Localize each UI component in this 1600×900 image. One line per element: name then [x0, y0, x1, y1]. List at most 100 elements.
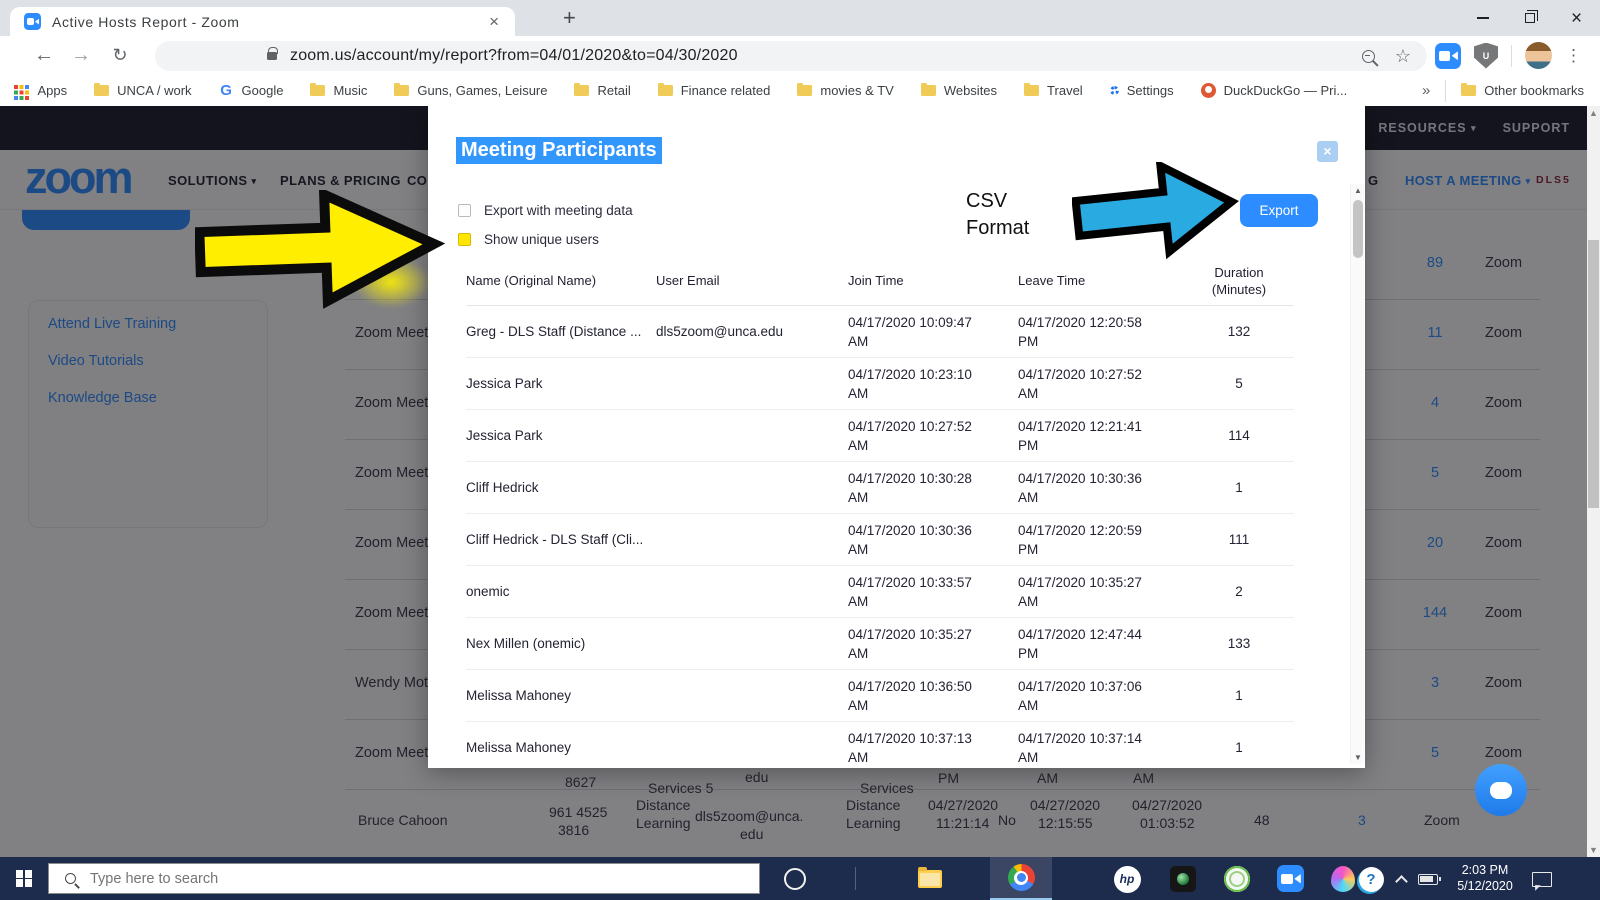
cell-leave-time: 04/17/2020 10:35:27AM — [1018, 573, 1184, 611]
cell-duration: 132 — [1184, 324, 1294, 339]
bookmark-item[interactable]: Guns, Games, Leisure — [394, 83, 547, 98]
address-bar[interactable]: zoom.us/account/my/report?from=04/01/202… — [155, 41, 1427, 71]
cell-duration: 133 — [1184, 636, 1294, 651]
paint-app-icon[interactable] — [1329, 865, 1357, 893]
cell-join-time: 04/17/2020 10:33:57AM — [848, 573, 1018, 611]
cell-leave-time: 04/17/2020 12:21:41PM — [1018, 417, 1184, 455]
bookmarks-overflow-icon[interactable]: » — [1422, 82, 1430, 99]
taskbar-clock[interactable]: 2:03 PM5/12/2020 — [1443, 862, 1527, 894]
modal-close-icon[interactable]: × — [1317, 141, 1338, 162]
scroll-up-icon: ▲ — [1351, 186, 1365, 195]
action-center-icon[interactable] — [1528, 865, 1556, 893]
chrome-taskbar-active[interactable] — [990, 857, 1052, 900]
participant-row: Greg - DLS Staff (Distance ... dls5zoom@… — [466, 306, 1294, 358]
cell-join-time: 04/17/2020 10:36:50AM — [848, 677, 1018, 715]
other-bookmarks-button[interactable]: Other bookmarks — [1461, 83, 1584, 98]
cell-join-time: 04/17/2020 10:37:13AM — [848, 729, 1018, 767]
cell-leave-time: 04/17/2020 12:20:59PM — [1018, 521, 1184, 559]
zoom-app-icon[interactable] — [1277, 865, 1304, 892]
tab-close-icon[interactable]: × — [487, 13, 501, 30]
zoom-extension-icon[interactable] — [1435, 43, 1461, 69]
start-button[interactable] — [0, 857, 48, 900]
show-unique-users-checkbox[interactable] — [458, 233, 471, 246]
page-scrollbar[interactable]: ▲ ▼ — [1587, 106, 1600, 857]
zoom-favicon-icon — [24, 13, 41, 30]
cell-leave-time: 04/17/2020 10:37:14AM — [1018, 729, 1184, 767]
shield-extension-icon[interactable]: U — [1474, 43, 1498, 69]
get-help-icon[interactable]: ? — [1357, 865, 1385, 893]
cell-join-time: 04/17/2020 10:30:28AM — [848, 469, 1018, 507]
modal-scrollbar-thumb — [1353, 200, 1363, 258]
blue-arrow-annotation — [1072, 162, 1242, 262]
camera-app-icon[interactable] — [1169, 865, 1197, 893]
cell-name: onemic — [466, 584, 656, 599]
cell-duration: 1 — [1184, 688, 1294, 703]
bookmark-item[interactable]: DuckDuckGo — Pri... — [1201, 83, 1348, 98]
participant-row: Cliff Hedrick - DLS Staff (Cli... 04/17/… — [466, 514, 1294, 566]
bookmark-item[interactable]: Music — [310, 83, 367, 98]
browser-menu-icon[interactable]: ⋮ — [1565, 46, 1582, 66]
cell-name: Nex Millen (onemic) — [466, 636, 656, 651]
battery-icon[interactable] — [1414, 865, 1442, 893]
browser-tab[interactable]: Active Hosts Report - Zoom × — [10, 7, 515, 36]
bookmark-item[interactable]: Retail — [574, 83, 630, 98]
divider — [855, 867, 856, 890]
folder-icon — [658, 85, 673, 96]
csv-format-note: CSV Format — [966, 188, 1029, 242]
participants-table-header: Name (Original Name) User Email Join Tim… — [466, 256, 1294, 306]
modal-scrollbar[interactable]: ▲ ▼ — [1350, 184, 1364, 764]
folder-icon — [1461, 85, 1476, 96]
search-icon — [65, 873, 76, 884]
bookmark-item[interactable]: Travel — [1024, 83, 1083, 98]
bookmark-item[interactable]: Finance related — [658, 83, 771, 98]
window-minimize-button[interactable] — [1459, 0, 1506, 36]
bookmark-star-icon[interactable]: ☆ — [1395, 46, 1411, 67]
export-button[interactable]: Export — [1240, 194, 1318, 227]
search-input[interactable] — [90, 871, 690, 887]
tab-title: Active Hosts Report - Zoom — [52, 14, 487, 30]
forward-icon[interactable]: → — [63, 36, 99, 75]
windows-taskbar: hp ? 2:03 PM5/12/2020 — [0, 857, 1600, 900]
tray-chevron-icon[interactable] — [1392, 865, 1410, 893]
cell-leave-time: 04/17/2020 10:30:36AM — [1018, 469, 1184, 507]
window-close-button[interactable]: × — [1553, 0, 1600, 36]
folder-icon — [797, 85, 812, 96]
cell-join-time: 04/17/2020 10:30:36AM — [848, 521, 1018, 559]
taskbar-search[interactable] — [48, 863, 760, 894]
participant-row: Melissa Mahoney 04/17/2020 10:37:13AM 04… — [466, 722, 1294, 768]
bookmark-item[interactable]: G Google — [219, 82, 284, 99]
participants-table-body: Greg - DLS Staff (Distance ... dls5zoom@… — [466, 306, 1294, 768]
folder-icon — [921, 85, 936, 96]
export-with-meeting-data-checkbox[interactable] — [458, 204, 471, 217]
cell-name: Greg - DLS Staff (Distance ... — [466, 324, 656, 339]
lock-icon[interactable] — [267, 52, 277, 60]
new-tab-button[interactable]: + — [563, 5, 576, 31]
gear-icon — [1110, 86, 1119, 95]
zoom-out-icon[interactable] — [1362, 50, 1375, 63]
participant-row: Cliff Hedrick 04/17/2020 10:30:28AM 04/1… — [466, 462, 1294, 514]
bookmark-item[interactable]: movies & TV — [797, 83, 893, 98]
cell-duration: 114 — [1184, 428, 1294, 443]
cell-name: Jessica Park — [466, 376, 656, 391]
file-explorer-icon[interactable] — [916, 865, 944, 893]
bookmark-item[interactable]: Apps — [12, 83, 67, 98]
cell-name: Jessica Park — [466, 428, 656, 443]
cortana-icon[interactable] — [781, 865, 809, 893]
duck-icon — [1201, 83, 1216, 98]
cell-leave-time: 04/17/2020 12:47:44PM — [1018, 625, 1184, 663]
folder-icon — [310, 85, 325, 96]
browser-toolbar: ← → ↻ zoom.us/account/my/report?from=04/… — [0, 36, 1600, 75]
participant-row: Jessica Park 04/17/2020 10:27:52AM 04/17… — [466, 410, 1294, 462]
profile-avatar[interactable] — [1525, 42, 1552, 69]
chat-widget-button[interactable] — [1475, 764, 1527, 816]
back-icon[interactable]: ← — [26, 36, 62, 75]
hp-app-icon[interactable]: hp — [1113, 865, 1141, 893]
network-globe-icon[interactable] — [1223, 865, 1251, 893]
participant-row: onemic 04/17/2020 10:33:57AM 04/17/2020 … — [466, 566, 1294, 618]
bookmark-item[interactable]: Websites — [921, 83, 997, 98]
reload-icon[interactable]: ↻ — [102, 36, 138, 75]
page-viewport: 125 RESOURCES ▾ SUPPORT Reports zoom SOL… — [0, 106, 1600, 857]
window-restore-button[interactable] — [1506, 0, 1553, 36]
bookmark-item[interactable]: Settings — [1110, 83, 1174, 98]
bookmark-item[interactable]: UNCA / work — [94, 83, 191, 98]
